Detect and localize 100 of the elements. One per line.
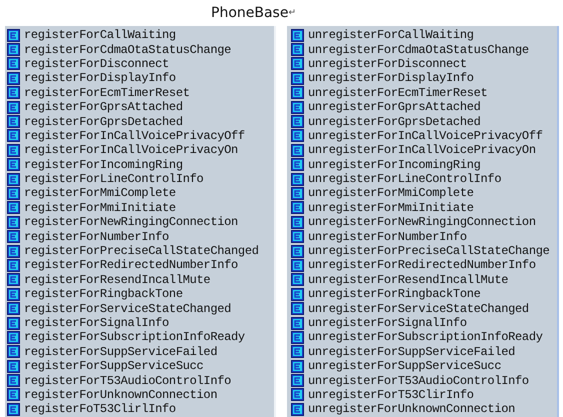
method-name[interactable]: unregisterForSignalInfo xyxy=(308,316,467,330)
method-name[interactable]: registerForUnknownConnection xyxy=(24,388,218,402)
method-name[interactable]: unregisterForSuppServiceSucc xyxy=(308,359,502,374)
class-icon xyxy=(7,115,20,128)
class-icon xyxy=(7,43,20,56)
method-name[interactable]: unregisterForDisconnect xyxy=(308,56,467,71)
method-name[interactable]: unregisterForGprsAttached xyxy=(308,100,481,114)
class-icon xyxy=(291,86,304,100)
method-name[interactable]: unregisterForEcmTimerReset xyxy=(308,86,488,100)
class-icon xyxy=(291,28,304,42)
method-name[interactable]: unregisterForGprsDetached xyxy=(308,114,481,129)
method-name[interactable]: unregisterForUnknownConnection xyxy=(308,402,516,416)
class-icon xyxy=(7,273,20,286)
class-icon xyxy=(291,288,304,301)
class-icon xyxy=(7,129,20,142)
method-name[interactable]: unregisterForNewRingingConnection xyxy=(308,215,536,230)
method-name[interactable]: registerForInCallVoicePrivacyOff xyxy=(24,128,245,143)
method-name[interactable]: unregisterForIncomingRing xyxy=(308,158,481,172)
class-icon xyxy=(291,144,304,157)
method-name[interactable]: unregisterForPreciseCallStateChange xyxy=(308,244,550,258)
class-icon xyxy=(7,72,20,85)
method-name[interactable]: unregisterForT53ClirInfo xyxy=(308,388,474,402)
class-icon xyxy=(7,201,20,214)
method-name[interactable]: registerForLineControlInfo xyxy=(24,172,204,186)
method-name[interactable]: unregisterForMmiInitiate xyxy=(308,200,474,215)
class-icon xyxy=(291,374,304,388)
method-name[interactable]: unregisterForDisplayInfo xyxy=(308,71,474,86)
class-icon xyxy=(291,100,304,114)
method-name[interactable]: registerFoT53ClirlInfo xyxy=(24,402,176,416)
method-name[interactable]: unregisterForRedirectedNumberInfo xyxy=(308,258,536,272)
class-icon xyxy=(7,244,20,258)
class-icon xyxy=(7,374,20,388)
method-name[interactable]: registerForSuppServiceSucc xyxy=(24,359,204,374)
method-name[interactable]: registerForMmiInitiate xyxy=(24,200,176,215)
paragraph-mark: ↵ xyxy=(288,8,296,18)
method-name[interactable]: unregisterForServiceStateChanged xyxy=(308,302,529,316)
method-name[interactable]: unregisterForLineControlInfo xyxy=(308,172,502,186)
method-name[interactable]: registerForGprsAttached xyxy=(24,100,183,114)
method-name[interactable]: registerForNumberInfo xyxy=(24,230,169,244)
method-name[interactable]: registerForSuppServiceFailed xyxy=(24,344,218,359)
method-name[interactable]: unregisterForSuppServiceFailed xyxy=(308,344,516,359)
method-name[interactable]: registerForDisconnect xyxy=(24,56,169,71)
class-icon xyxy=(291,244,304,258)
method-name[interactable]: registerForGprsDetached xyxy=(24,114,183,129)
method-name[interactable]: registerForServiceStateChanged xyxy=(24,302,232,316)
class-icon xyxy=(7,172,20,186)
class-icon xyxy=(7,258,20,272)
method-name[interactable]: registerForMmiComplete xyxy=(24,186,176,200)
class-icon xyxy=(291,360,304,373)
method-name[interactable]: unregisterForInCallVoicePrivacyOn xyxy=(308,143,536,158)
method-name[interactable]: unregisterForCallWaiting xyxy=(308,28,474,42)
class-icon xyxy=(7,216,20,229)
method-name[interactable]: registerForEcmTimerReset xyxy=(24,86,190,100)
class-icon xyxy=(7,360,20,373)
class-icon xyxy=(291,402,304,416)
method-name[interactable]: registerForNewRingingConnection xyxy=(24,215,238,230)
class-icon xyxy=(7,345,20,358)
method-name[interactable]: registerForResendIncallMute xyxy=(24,272,210,287)
class-icon xyxy=(7,330,20,344)
class-icon xyxy=(291,186,304,200)
class-icon xyxy=(7,402,20,416)
class-icon xyxy=(7,316,20,330)
class-icon xyxy=(291,57,304,70)
class-icon xyxy=(291,345,304,358)
class-icon xyxy=(7,288,20,301)
method-name[interactable]: unregisterForCdmaOtaStatusChange xyxy=(308,42,529,57)
method-name[interactable]: unregisterForSubscriptionInfoReady xyxy=(308,330,543,344)
method-name[interactable]: unregisterForNumberInfo xyxy=(308,230,467,244)
method-name[interactable]: registerForInCallVoicePrivacyOn xyxy=(24,143,238,158)
method-name[interactable]: registerForCdmaOtaStatusChange xyxy=(24,42,232,57)
document-title: PhoneBase xyxy=(211,5,288,21)
class-icon xyxy=(7,388,20,402)
class-icon xyxy=(7,100,20,114)
class-icon xyxy=(291,158,304,172)
class-icon xyxy=(291,273,304,286)
method-name[interactable]: unregisterForResendIncallMute xyxy=(308,272,508,287)
class-icon xyxy=(7,144,20,157)
method-name[interactable]: registerForDisplayInfo xyxy=(24,71,176,86)
class-icon xyxy=(291,72,304,85)
method-name[interactable]: registerForT53AudioControlInfo xyxy=(24,374,232,388)
method-name[interactable]: unregisterForMmiComplete xyxy=(308,186,474,200)
class-icon xyxy=(291,388,304,402)
method-name[interactable]: registerForCallWaiting xyxy=(24,28,176,42)
class-icon xyxy=(7,186,20,200)
class-icon xyxy=(291,302,304,316)
method-name[interactable]: registerForSubscriptionInfoReady xyxy=(24,330,245,344)
class-icon xyxy=(7,57,20,70)
method-name[interactable]: registerForRingbackTone xyxy=(24,287,183,302)
method-name[interactable]: unregisterForInCallVoicePrivacyOff xyxy=(308,128,543,143)
class-icon xyxy=(291,316,304,330)
method-name[interactable]: registerForSignalInfo xyxy=(24,316,169,330)
class-icon xyxy=(7,302,20,316)
method-name[interactable]: unregisterForRingbackTone xyxy=(308,287,481,302)
class-icon xyxy=(291,43,304,56)
method-name[interactable]: registerForIncomingRing xyxy=(24,158,183,172)
class-icon xyxy=(291,216,304,229)
method-name[interactable]: unregisterForT53AudioControlInfo xyxy=(308,374,529,388)
method-name[interactable]: registerForPreciseCallStateChanged xyxy=(24,244,259,258)
method-name[interactable]: registerForRedirectedNumberInfo xyxy=(24,258,238,272)
class-icon xyxy=(291,258,304,272)
